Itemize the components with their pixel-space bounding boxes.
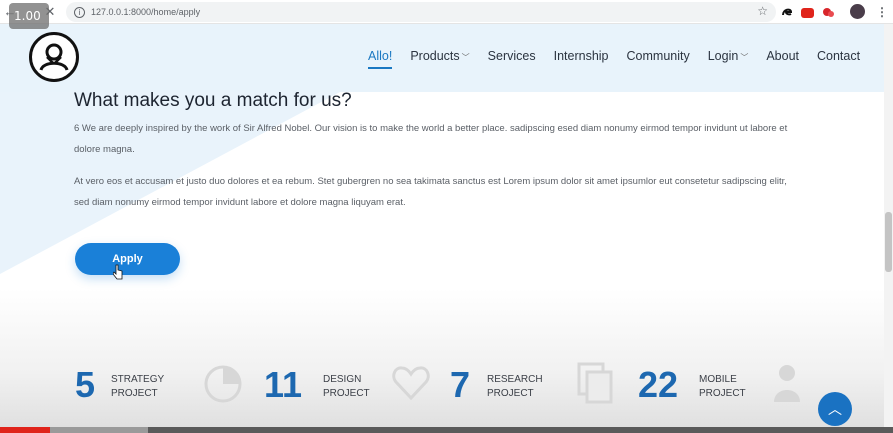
scroll-to-top-button[interactable]: ︿	[818, 392, 852, 426]
intro-paragraph: 6 We are deeply inspired by the work of …	[74, 123, 788, 155]
main-nav: Allo! Products ﹀ Services Internship Comm…	[368, 49, 878, 69]
pie-chart-icon	[204, 365, 242, 403]
user-icon	[774, 365, 800, 402]
stat-number: 22	[638, 364, 679, 405]
section-heading: What makes you a match for us?	[74, 90, 352, 111]
copy-icon	[577, 362, 613, 404]
chevron-down-icon: ﹀	[740, 53, 749, 62]
video-progress-bar[interactable]	[0, 427, 893, 433]
url-text[interactable]: 127.0.0.1:8000/home/apply	[91, 7, 200, 17]
nav-item-about[interactable]: About	[766, 49, 799, 63]
nav-item-services[interactable]: Services	[488, 49, 536, 63]
stat-label: STRATEGY PROJECT	[111, 374, 165, 399]
apply-button[interactable]: Apply	[75, 243, 180, 275]
profile-avatar[interactable]	[850, 4, 865, 19]
nav-item-community[interactable]: Community	[627, 49, 690, 63]
bookmark-star-icon[interactable]: ☆	[757, 4, 768, 18]
chevron-up-icon: ︿	[828, 402, 842, 418]
extension-youtube-icon[interactable]	[801, 7, 814, 18]
stat-number: 5	[75, 364, 96, 405]
web-page: Allo! Products ﹀ Services Internship Comm…	[0, 24, 893, 429]
stat-number: 11	[264, 364, 303, 405]
stat-label: DESIGN PROJECT	[323, 374, 370, 399]
body-paragraph: At vero eos et accusam et justo duo dolo…	[74, 176, 787, 208]
extension-edge-icon[interactable]	[780, 4, 794, 19]
browser-toolbar: ← → ✕ i 127.0.0.1:8000/home/apply ☆ ⋮	[0, 0, 893, 24]
extensions-area: ⋮	[780, 4, 888, 19]
nav-item-login[interactable]: Login ﹀	[708, 49, 749, 63]
site-header: Allo! Products ﹀ Services Internship Comm…	[0, 24, 893, 92]
progress-buffered	[50, 427, 148, 433]
extension-red-icon[interactable]	[821, 4, 835, 19]
nav-item-allo[interactable]: Allo!	[368, 49, 393, 69]
chevron-down-icon: ﹀	[461, 53, 470, 62]
stat-number: 7	[450, 364, 471, 405]
scrollbar-thumb[interactable]	[885, 212, 892, 272]
site-logo[interactable]	[29, 32, 79, 82]
mouse-cursor-icon	[113, 264, 123, 280]
nav-item-contact[interactable]: Contact	[817, 49, 860, 63]
stat-label: MOBILE PROJECT	[699, 374, 746, 399]
address-bar[interactable]: i 127.0.0.1:8000/home/apply ☆	[66, 2, 776, 22]
logo-icon	[39, 43, 69, 71]
nav-item-internship[interactable]: Internship	[554, 49, 609, 63]
page-scrollbar[interactable]	[884, 24, 893, 428]
stat-label: RESEARCH PROJECT	[487, 374, 543, 399]
site-info-icon[interactable]: i	[74, 6, 85, 18]
zoom-badge: 1.00	[9, 3, 49, 29]
browser-menu-icon[interactable]: ⋮	[876, 5, 888, 19]
nav-item-products[interactable]: Products ﹀	[410, 49, 469, 63]
heart-icon	[392, 366, 430, 401]
progress-played	[0, 427, 50, 433]
stats-row: 5 STRATEGY PROJECT 11 DESIGN PROJECT 7 RES…	[0, 362, 893, 422]
